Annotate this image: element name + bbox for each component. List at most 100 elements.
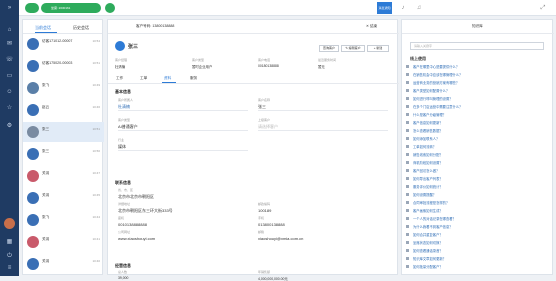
kb-item[interactable]: 工单如何流转？	[413, 144, 549, 149]
session-item[interactable]: 访客175020-00003 10:51	[23, 56, 104, 76]
agent-status[interactable]: 坐席: 2030161	[41, 3, 101, 13]
tab-history[interactable]: 历史会话	[73, 25, 89, 31]
kb-item[interactable]: 如何批量分配客户？	[413, 264, 549, 269]
avatar	[27, 104, 39, 116]
kb-item[interactable]: 客户画像如何生成？	[413, 208, 549, 213]
field-label: 邮箱	[258, 230, 265, 234]
info-label: 客户类型	[192, 58, 205, 62]
kb-item[interactable]: 运营商业务的营销方案有哪些？	[413, 80, 549, 85]
kb-item[interactable]: 为什么我看不到客户信息？	[413, 224, 549, 229]
session-name: 张三	[42, 127, 50, 131]
info-value: 杜清楠	[115, 65, 126, 69]
tab-2[interactable]: 工单	[140, 76, 147, 81]
session-name: 关羽	[42, 193, 50, 197]
kb-item[interactable]: 销售线索如何分配？	[413, 152, 549, 157]
field-label: 客户类型	[118, 118, 131, 122]
field-value: 北京市朝阳区东三环大街333号	[118, 208, 173, 213]
kb-item[interactable]: 如何添加联系人？	[413, 136, 549, 141]
kb-item[interactable]: 如何设置提醒？	[413, 192, 549, 197]
settings-icon[interactable]: ⚙	[4, 122, 15, 130]
tab-4[interactable]: 服务	[190, 76, 197, 81]
kb-item[interactable]: 商机阶段如何设置？	[413, 160, 549, 165]
session-item[interactable]: 关羽 10:45	[23, 188, 104, 208]
session-item[interactable]: 访客171012-00007 10:54	[23, 34, 104, 54]
kb-search-box[interactable]: 请输入关键字	[410, 42, 544, 50]
avatar	[27, 148, 39, 160]
sound-icon[interactable]: ♪	[399, 4, 407, 12]
user-icon[interactable]: ☺	[4, 88, 15, 96]
tab-3[interactable]: 资料	[164, 76, 171, 81]
field-value: xiaoshouyi@xmia.com.cn	[258, 236, 304, 241]
kb-item[interactable]: 知识库文章如何更新？	[413, 256, 549, 261]
info-label: 最近服务时间	[318, 58, 337, 62]
kb-title: 知识库	[472, 24, 483, 28]
field-label: 年销售额	[258, 270, 271, 274]
session-item[interactable]: 张飞 10:44	[23, 210, 104, 230]
bell-icon[interactable]: ♫	[415, 4, 423, 12]
session-item[interactable]: 关羽 10:47	[23, 166, 104, 186]
home-icon[interactable]: ⌂	[4, 26, 15, 34]
star-icon[interactable]: ☆	[4, 104, 15, 112]
kb-item[interactable]: 什么是客户分级管理？	[413, 112, 549, 117]
avatar	[27, 258, 39, 270]
field-value: 100189	[258, 208, 272, 213]
kb-item[interactable]: 坐席状态如何切换？	[413, 240, 549, 245]
session-time: 10:47	[92, 171, 100, 175]
customer-name: 张三	[128, 44, 139, 50]
new-customer-button[interactable]: + 新建	[367, 45, 389, 52]
session-item[interactable]: 关羽 10:40	[23, 254, 104, 274]
kb-search-input[interactable]: 请输入关键字	[414, 44, 432, 48]
avatar	[27, 170, 39, 182]
close-button[interactable]: ✕ 结束	[366, 24, 377, 29]
kb-item[interactable]: 客户在哪里中心是要提供什么？	[413, 64, 549, 69]
field-label: 客户所属人	[118, 98, 134, 102]
expand-icon[interactable]: »	[4, 4, 15, 12]
kb-item[interactable]: 如何导出客户列表？	[413, 176, 549, 181]
kb-item[interactable]: 一个人的对话记录在哪查看？	[413, 216, 549, 221]
kb-item[interactable]: 怎么查看销售数据？	[413, 128, 549, 133]
chat-icon[interactable]: ✉	[4, 40, 15, 48]
kb-item[interactable]: 客户类型如何配置什么？	[413, 88, 549, 93]
status-pill[interactable]	[25, 3, 39, 13]
tab-current[interactable]: 当前会话	[35, 25, 51, 31]
kb-item[interactable]: 在销售机会中应该在哪管理什么？	[413, 72, 549, 77]
power-icon[interactable]: ⏻	[4, 252, 15, 260]
field-label: 上级客户	[258, 118, 271, 122]
field-underline	[118, 110, 248, 111]
session-time: 10:45	[92, 193, 100, 197]
avatar	[27, 82, 39, 94]
phone-icon[interactable]: ☏	[4, 56, 15, 64]
kb-item[interactable]: 如何进行呼叫管理的设置？	[413, 96, 549, 101]
doc-icon	[406, 121, 409, 124]
field-value: 39,000	[118, 276, 129, 280]
apps-icon[interactable]: ▦	[4, 238, 15, 246]
monitor-icon[interactable]: ▭	[4, 72, 15, 80]
call-button[interactable]	[105, 3, 115, 13]
notice-tag[interactable]: 消息通知	[377, 2, 392, 14]
kb-item[interactable]: 在多个门店运营中需要注意什么？	[413, 104, 549, 109]
info-label: 客户经理	[115, 58, 128, 62]
avatar[interactable]	[4, 218, 15, 229]
kb-item[interactable]: 客户回访怎么做？	[413, 168, 549, 173]
session-item[interactable]: 赵云 10:46	[23, 100, 104, 120]
check-customer-button[interactable]: 查询客户	[319, 45, 339, 52]
fullscreen-icon[interactable]: ⤢	[539, 4, 547, 12]
session-item[interactable]: 张三 10:50	[23, 144, 104, 164]
session-name: 关羽	[42, 171, 50, 175]
edit-customer-button[interactable]: ✎ 编辑客户	[341, 45, 365, 52]
field-label: 详细地址	[118, 202, 131, 206]
doc-icon	[406, 193, 409, 196]
tab-1[interactable]: 工作	[116, 76, 123, 81]
kb-item[interactable]: 如何查看通话录音？	[413, 248, 549, 253]
kb-item[interactable]: 合同审批流程是怎样的？	[413, 200, 549, 205]
session-item[interactable]: 张飞 10:49	[23, 78, 104, 98]
kb-section: 线上使用	[410, 56, 426, 61]
kb-item[interactable]: 服务评价如何统计？	[413, 184, 549, 189]
menu-icon[interactable]: ≡	[4, 264, 15, 272]
session-item[interactable]: 张三 10:51	[23, 122, 104, 142]
kb-item[interactable]: 客户信息如何更新？	[413, 120, 549, 125]
doc-icon	[406, 217, 409, 220]
kb-item[interactable]: 如何合并重复客户？	[413, 232, 549, 237]
session-item[interactable]: 关羽 10:41	[23, 232, 104, 252]
doc-icon	[406, 73, 409, 76]
